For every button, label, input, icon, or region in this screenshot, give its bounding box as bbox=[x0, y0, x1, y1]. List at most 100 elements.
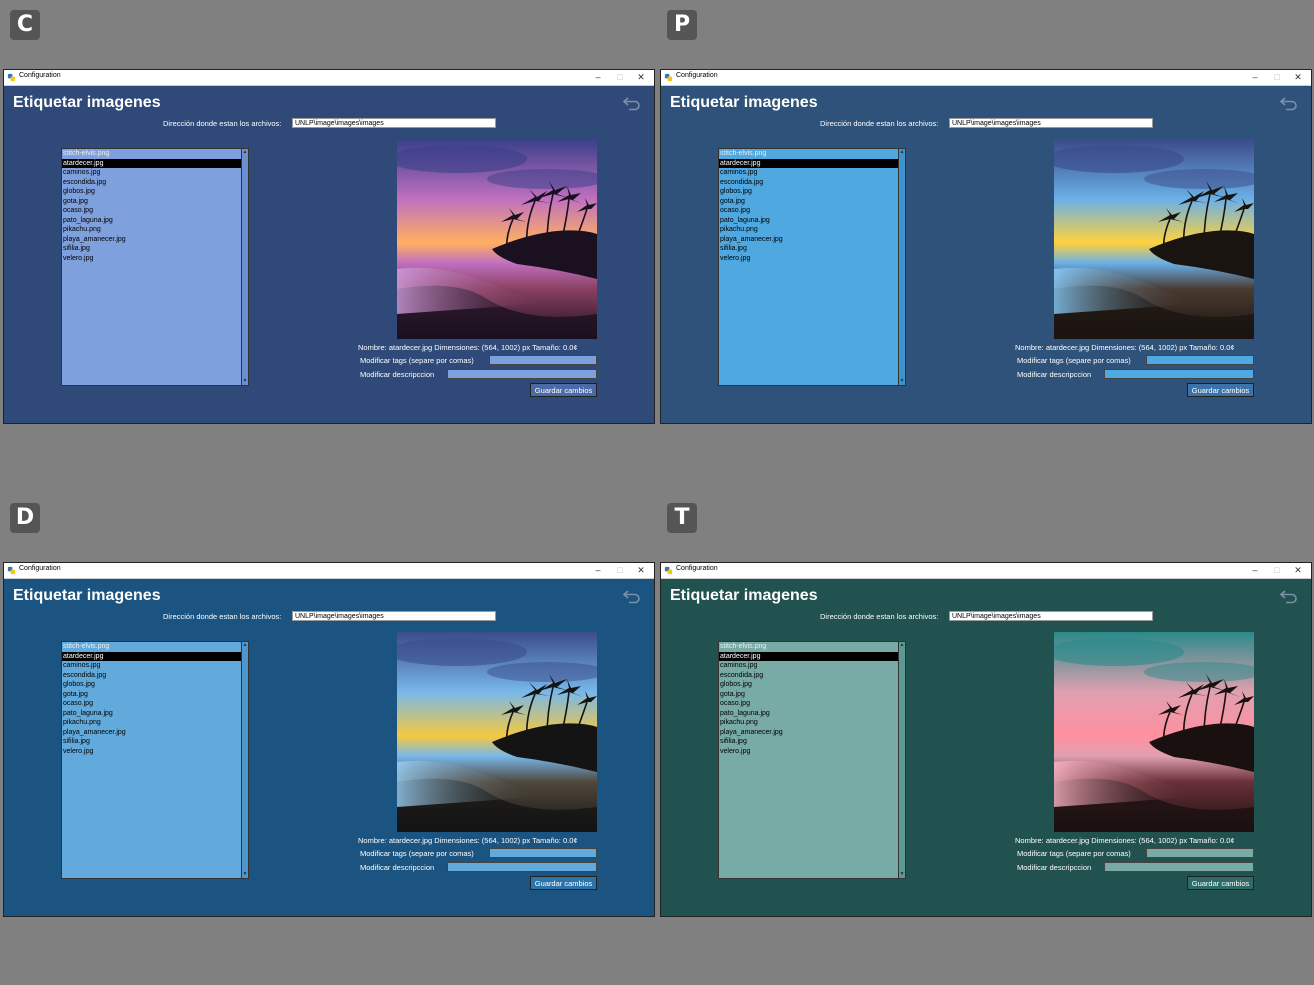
close-button[interactable]: ✕ bbox=[631, 71, 651, 84]
save-changes-button[interactable]: Guardar cambios bbox=[530, 383, 597, 397]
maximize-button[interactable]: □ bbox=[1267, 564, 1287, 577]
file-list-item[interactable]: gota.jpg bbox=[719, 197, 905, 207]
maximize-button[interactable]: □ bbox=[1267, 71, 1287, 84]
file-listbox[interactable]: stitch-elvis.png atardecer.jpg caminos.jpg… bbox=[718, 641, 906, 879]
scroll-up-icon[interactable]: ▲ bbox=[899, 642, 905, 649]
save-changes-button[interactable]: Guardar cambios bbox=[530, 876, 597, 890]
tags-input[interactable] bbox=[1146, 355, 1254, 365]
directory-path-input[interactable]: UNLP\image\images\images bbox=[292, 118, 496, 128]
file-list-item[interactable]: globos.jpg bbox=[719, 680, 905, 690]
back-arrow-icon[interactable] bbox=[1279, 95, 1299, 111]
file-list-item[interactable]: ocaso.jpg bbox=[62, 206, 248, 216]
directory-path-input[interactable]: UNLP\image\images\images bbox=[949, 118, 1153, 128]
file-list-item[interactable]: escondida.jpg bbox=[62, 671, 248, 681]
description-input[interactable] bbox=[1104, 862, 1254, 872]
file-list-item[interactable]: pikachu.png bbox=[719, 718, 905, 728]
listbox-scrollbar[interactable]: ▲ ▼ bbox=[241, 149, 248, 385]
back-arrow-icon[interactable] bbox=[622, 95, 642, 111]
save-changes-button[interactable]: Guardar cambios bbox=[1187, 876, 1254, 890]
file-list-item[interactable]: pato_laguna.jpg bbox=[719, 216, 905, 226]
file-list-item[interactable]: caminos.jpg bbox=[719, 168, 905, 178]
scroll-down-icon[interactable]: ▼ bbox=[899, 378, 905, 385]
file-list-item[interactable]: velero.jpg bbox=[719, 747, 905, 757]
scroll-up-icon[interactable]: ▲ bbox=[899, 149, 905, 156]
file-list-item[interactable]: pikachu.png bbox=[62, 225, 248, 235]
close-button[interactable]: ✕ bbox=[1288, 71, 1308, 84]
directory-path-input[interactable]: UNLP\image\images\images bbox=[949, 611, 1153, 621]
file-list-item[interactable]: atardecer.jpg bbox=[62, 651, 248, 661]
file-list-item[interactable]: stitch-elvis.png bbox=[62, 642, 248, 652]
file-list-item[interactable]: velero.jpg bbox=[62, 254, 248, 264]
file-list-item[interactable]: gota.jpg bbox=[719, 690, 905, 700]
file-list-item[interactable]: pato_laguna.jpg bbox=[62, 216, 248, 226]
tags-input[interactable] bbox=[489, 355, 597, 365]
file-list-item[interactable]: ocaso.jpg bbox=[719, 699, 905, 709]
back-arrow-icon[interactable] bbox=[1279, 588, 1299, 604]
file-listbox[interactable]: stitch-elvis.png atardecer.jpg caminos.jpg… bbox=[61, 641, 249, 879]
file-list-item[interactable]: sifilia.jpg bbox=[62, 244, 248, 254]
minimize-button[interactable]: – bbox=[588, 564, 608, 577]
file-list-item[interactable]: playa_amanecer.jpg bbox=[62, 235, 248, 245]
file-list-item[interactable]: ocaso.jpg bbox=[719, 206, 905, 216]
file-list-item[interactable]: globos.jpg bbox=[62, 680, 248, 690]
minimize-button[interactable]: – bbox=[1245, 71, 1265, 84]
file-list-item[interactable]: ocaso.jpg bbox=[62, 699, 248, 709]
listbox-scrollbar[interactable]: ▲ ▼ bbox=[241, 642, 248, 878]
file-listbox[interactable]: stitch-elvis.png atardecer.jpg caminos.jpg… bbox=[61, 148, 249, 386]
file-list-item[interactable]: playa_amanecer.jpg bbox=[62, 728, 248, 738]
close-button[interactable]: ✕ bbox=[631, 564, 651, 577]
back-arrow-icon[interactable] bbox=[622, 588, 642, 604]
minimize-button[interactable]: – bbox=[588, 71, 608, 84]
tags-input[interactable] bbox=[489, 848, 597, 858]
file-list-item[interactable]: pato_laguna.jpg bbox=[719, 709, 905, 719]
save-changes-button[interactable]: Guardar cambios bbox=[1187, 383, 1254, 397]
file-list-item[interactable]: globos.jpg bbox=[719, 187, 905, 197]
file-list-item[interactable]: escondida.jpg bbox=[719, 671, 905, 681]
file-list-item[interactable]: pato_laguna.jpg bbox=[62, 709, 248, 719]
directory-path-input[interactable]: UNLP\image\images\images bbox=[292, 611, 496, 621]
file-list-item[interactable]: atardecer.jpg bbox=[62, 158, 248, 168]
listbox-scrollbar[interactable]: ▲ ▼ bbox=[898, 642, 905, 878]
listbox-scrollbar[interactable]: ▲ ▼ bbox=[898, 149, 905, 385]
file-list-item[interactable]: sifilia.jpg bbox=[719, 737, 905, 747]
file-list-item[interactable]: pikachu.png bbox=[719, 225, 905, 235]
app-window: Configuration – □ ✕ Etiquetar imagenes Direcc… bbox=[660, 69, 1312, 424]
file-list-item[interactable]: atardecer.jpg bbox=[719, 158, 905, 168]
file-list-item[interactable]: gota.jpg bbox=[62, 690, 248, 700]
directory-label: Dirección donde estan los archivos: bbox=[820, 612, 939, 621]
file-list-item[interactable]: stitch-elvis.png bbox=[719, 149, 905, 159]
file-list-item[interactable]: globos.jpg bbox=[62, 187, 248, 197]
file-list-item[interactable]: pikachu.png bbox=[62, 718, 248, 728]
image-info-text: Nombre: atardecer.jpg Dimensiones: (564,… bbox=[1015, 836, 1235, 845]
scroll-up-icon[interactable]: ▲ bbox=[242, 149, 248, 156]
description-input[interactable] bbox=[447, 862, 597, 872]
minimize-button[interactable]: – bbox=[1245, 564, 1265, 577]
file-list-item[interactable]: sifilia.jpg bbox=[62, 737, 248, 747]
file-list-item[interactable]: velero.jpg bbox=[62, 747, 248, 757]
scroll-down-icon[interactable]: ▼ bbox=[242, 871, 248, 878]
tags-input[interactable] bbox=[1146, 848, 1254, 858]
file-list-item[interactable]: playa_amanecer.jpg bbox=[719, 235, 905, 245]
maximize-button[interactable]: □ bbox=[610, 564, 630, 577]
description-input[interactable] bbox=[1104, 369, 1254, 379]
file-list-item[interactable]: escondida.jpg bbox=[719, 178, 905, 188]
file-list-item[interactable]: escondida.jpg bbox=[62, 178, 248, 188]
scroll-down-icon[interactable]: ▼ bbox=[899, 871, 905, 878]
close-button[interactable]: ✕ bbox=[1288, 564, 1308, 577]
file-list-item[interactable]: sifilia.jpg bbox=[719, 244, 905, 254]
scroll-up-icon[interactable]: ▲ bbox=[242, 642, 248, 649]
file-list-item[interactable]: stitch-elvis.png bbox=[719, 642, 905, 652]
file-list-item[interactable]: velero.jpg bbox=[719, 254, 905, 264]
window-titlebar: Configuration – □ ✕ bbox=[661, 563, 1311, 579]
file-list-item[interactable]: caminos.jpg bbox=[62, 661, 248, 671]
file-list-item[interactable]: atardecer.jpg bbox=[719, 651, 905, 661]
file-list-item[interactable]: stitch-elvis.png bbox=[62, 149, 248, 159]
file-list-item[interactable]: caminos.jpg bbox=[719, 661, 905, 671]
maximize-button[interactable]: □ bbox=[610, 71, 630, 84]
scroll-down-icon[interactable]: ▼ bbox=[242, 378, 248, 385]
file-list-item[interactable]: caminos.jpg bbox=[62, 168, 248, 178]
file-listbox[interactable]: stitch-elvis.png atardecer.jpg caminos.jpg… bbox=[718, 148, 906, 386]
description-input[interactable] bbox=[447, 369, 597, 379]
file-list-item[interactable]: gota.jpg bbox=[62, 197, 248, 207]
file-list-item[interactable]: playa_amanecer.jpg bbox=[719, 728, 905, 738]
